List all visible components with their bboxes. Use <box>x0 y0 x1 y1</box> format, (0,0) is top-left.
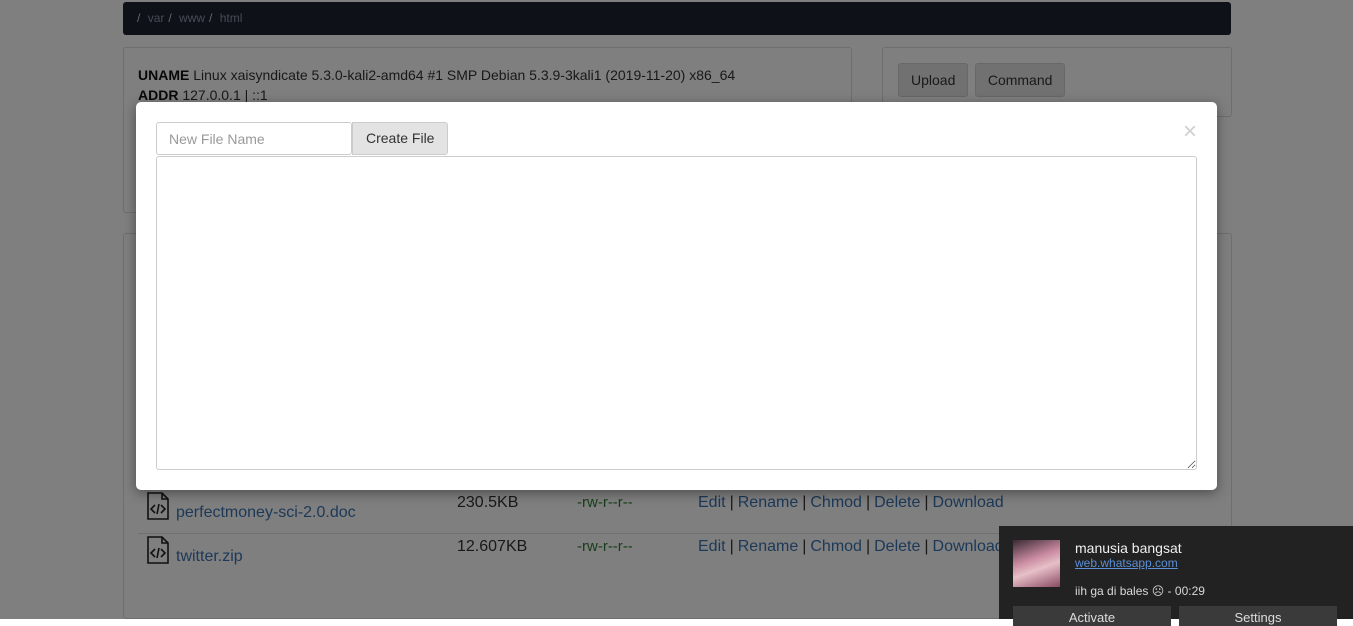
notification-source-link[interactable]: web.whatsapp.com <box>1075 556 1178 570</box>
settings-button[interactable]: Settings <box>1179 606 1337 626</box>
new-file-name-input[interactable] <box>156 122 352 155</box>
close-icon[interactable]: × <box>1183 120 1197 144</box>
notification-message: iih ga di bales ☹ - 00:29 <box>1075 584 1205 598</box>
file-manager-page: / var/ www/ html UNAME Linux xaisyndicat… <box>0 0 1353 626</box>
notification-title: manusia bangsat <box>1075 540 1182 556</box>
activate-button[interactable]: Activate <box>1013 606 1171 626</box>
file-content-textarea[interactable] <box>156 156 1197 470</box>
avatar <box>1013 540 1060 587</box>
create-file-button[interactable]: Create File <box>352 122 449 155</box>
create-file-modal: Create File × <box>136 102 1217 490</box>
notification-toast[interactable]: manusia bangsat web.whatsapp.com iih ga … <box>999 526 1353 626</box>
